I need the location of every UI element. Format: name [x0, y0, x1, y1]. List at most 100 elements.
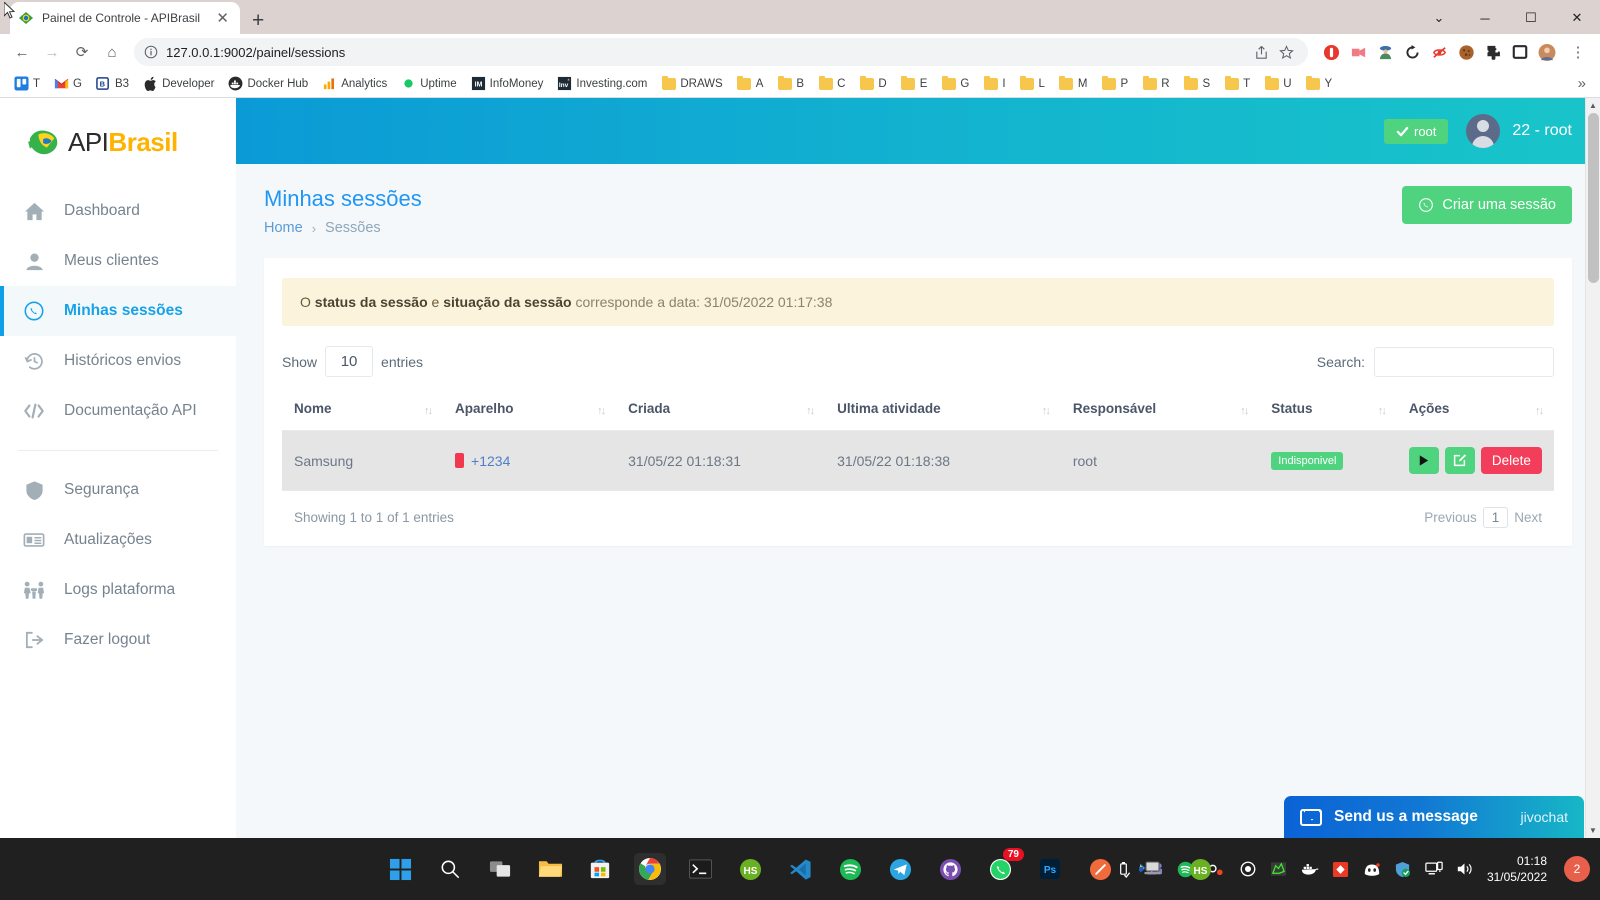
home-button[interactable]: ⌂ — [98, 38, 126, 66]
bookmark-item[interactable]: Inv Investing.com — [551, 74, 653, 93]
bookmark-item[interactable]: Uptime — [395, 74, 462, 93]
bookmark-item[interactable]: DRAWS — [655, 74, 728, 93]
bookmark-item[interactable]: A — [731, 74, 770, 93]
scroll-up-button[interactable]: ▲ — [1586, 98, 1600, 113]
delete-session-button[interactable]: Delete — [1480, 447, 1542, 474]
taskbar-clock[interactable]: 01:18 31/05/2022 — [1487, 853, 1551, 885]
sidebar-item-atualizacoes[interactable]: Atualizações — [0, 515, 236, 565]
reload-button[interactable]: ⟳ — [68, 38, 96, 66]
sidebar-item-meus-clientes[interactable]: Meus clientes — [0, 236, 236, 286]
bookmark-item[interactable]: C — [812, 74, 851, 93]
window-chevron-button[interactable]: ⌄ — [1416, 2, 1462, 34]
info-icon[interactable] — [144, 45, 158, 59]
notification-count-badge[interactable]: 2 — [1564, 856, 1590, 882]
sort-icon[interactable]: ↑↓ — [1535, 405, 1544, 417]
tab-close-icon[interactable]: ✕ — [213, 11, 232, 26]
status-badge[interactable]: root — [1384, 118, 1449, 144]
pencil-app-icon[interactable] — [1084, 853, 1116, 885]
telegram-icon[interactable] — [884, 853, 916, 885]
heidisql-icon[interactable]: HS — [734, 853, 766, 885]
cookie-manager-icon[interactable] — [1457, 43, 1475, 61]
sidebar-item-seguranca[interactable]: Segurança — [0, 465, 236, 515]
privacy-detective-icon[interactable] — [1376, 43, 1394, 61]
heidisql-2-icon[interactable]: HS — [1184, 853, 1216, 885]
network-icon[interactable] — [1425, 860, 1443, 878]
bookmark-item[interactable]: T — [8, 74, 46, 93]
back-button[interactable]: ← — [8, 38, 36, 66]
terminal-icon[interactable] — [684, 853, 716, 885]
column-header-responsavel[interactable]: Responsável ↑↓ — [1060, 391, 1260, 431]
column-header-criada[interactable]: Criada ↑↓ — [616, 391, 826, 431]
record-icon[interactable] — [1239, 860, 1257, 878]
adblock-icon[interactable] — [1322, 43, 1340, 61]
window-maximize-button[interactable]: ☐ — [1508, 2, 1554, 34]
google-chrome-icon[interactable] — [634, 853, 666, 885]
user-menu[interactable]: 22 - root — [1466, 114, 1572, 148]
bookmark-item[interactable]: T — [1218, 74, 1256, 93]
bookmark-item[interactable]: S — [1178, 74, 1217, 93]
vscode-icon[interactable] — [784, 853, 816, 885]
network-app-icon[interactable] — [1134, 853, 1166, 885]
column-header-status[interactable]: Status ↑↓ — [1259, 391, 1397, 431]
sidebar-item-dashboard[interactable]: Dashboard — [0, 186, 236, 236]
sync-icon[interactable] — [1332, 860, 1350, 878]
sidebar-item-fazer-logout[interactable]: Fazer logout — [0, 615, 236, 665]
bookmark-item[interactable]: U — [1258, 74, 1297, 93]
bookmark-item[interactable]: R — [1136, 74, 1175, 93]
window-minimize-button[interactable]: ─ — [1462, 2, 1508, 34]
bookmark-item[interactable]: Docker Hub — [222, 74, 314, 93]
video-downloader-icon[interactable] — [1349, 43, 1367, 61]
sidebar-item-historicos-envios[interactable]: Históricos envios — [0, 336, 236, 386]
sort-icon[interactable]: ↑↓ — [1378, 405, 1387, 417]
bookmark-item[interactable]: E — [895, 74, 934, 93]
bookmark-item[interactable]: M — [1053, 74, 1094, 93]
sidebar-item-logs-plataforma[interactable]: Logs plataforma — [0, 565, 236, 615]
star-icon[interactable] — [1279, 44, 1294, 60]
browser-tab[interactable]: Painel de Controle - APIBrasil ✕ — [10, 2, 240, 34]
column-header-aparelho[interactable]: Aparelho ↑↓ — [443, 391, 617, 431]
bookmark-item[interactable]: Analytics — [316, 74, 393, 93]
window-close-button[interactable]: ✕ — [1554, 2, 1600, 34]
refresh-extension-icon[interactable] — [1403, 43, 1421, 61]
search-input[interactable] — [1374, 346, 1554, 377]
table-row[interactable]: Samsung +1234 31/05/22 01:18:31 31/05/22… — [282, 430, 1554, 491]
bookmark-item[interactable]: P — [1096, 74, 1135, 93]
github-icon[interactable] — [934, 853, 966, 885]
profile-avatar-icon[interactable] — [1538, 43, 1556, 61]
forward-button[interactable]: → — [38, 38, 66, 66]
browser-menu-button[interactable]: ⋮ — [1564, 38, 1592, 66]
sidepanel-icon[interactable] — [1511, 43, 1529, 61]
column-header-ultima-atividade[interactable]: Ultima atividade ↑↓ — [825, 391, 1061, 431]
discord-icon[interactable] — [1363, 860, 1381, 878]
extensions-puzzle-icon[interactable] — [1484, 43, 1502, 61]
pagination-next[interactable]: Next — [1514, 510, 1542, 525]
column-header-nome[interactable]: Nome ↑↓ — [282, 391, 444, 431]
new-tab-button[interactable]: + — [252, 10, 264, 31]
bookmark-item[interactable]: D — [853, 74, 892, 93]
start-windows-icon[interactable] — [384, 853, 416, 885]
bookmark-item[interactable]: IM InfoMoney — [465, 74, 550, 93]
pagination-page-1[interactable]: 1 — [1482, 507, 1509, 528]
page-size-select[interactable]: 102550100 — [325, 346, 374, 377]
jivochat-widget[interactable]: Send us a message jivochat — [1284, 796, 1584, 838]
bookmark-item[interactable]: B B3 — [90, 74, 135, 93]
phone-number-link[interactable]: +1234 — [471, 453, 510, 469]
play-session-button[interactable] — [1408, 447, 1439, 474]
bookmark-item[interactable]: Developer — [137, 74, 220, 93]
bookmark-item[interactable]: G — [48, 74, 88, 93]
edit-session-button[interactable] — [1444, 447, 1475, 474]
sort-icon[interactable]: ↑↓ — [806, 405, 815, 417]
scroll-down-button[interactable]: ▼ — [1586, 823, 1600, 838]
file-explorer-icon[interactable] — [534, 853, 566, 885]
docker-tray-icon[interactable] — [1301, 860, 1319, 878]
share-icon[interactable] — [1254, 45, 1269, 60]
breadcrumb-home-link[interactable]: Home — [264, 220, 303, 236]
pagination-previous[interactable]: Previous — [1424, 510, 1477, 525]
sort-icon[interactable]: ↑↓ — [1042, 405, 1051, 417]
map-icon[interactable] — [1270, 860, 1288, 878]
bookmark-item[interactable]: B — [771, 74, 810, 93]
microsoft-store-icon[interactable] — [584, 853, 616, 885]
column-header-acoes[interactable]: Ações ↑↓ — [1396, 391, 1554, 431]
whatsapp-icon[interactable]: 79 — [984, 848, 1024, 885]
flash-block-icon[interactable] — [1430, 43, 1448, 61]
